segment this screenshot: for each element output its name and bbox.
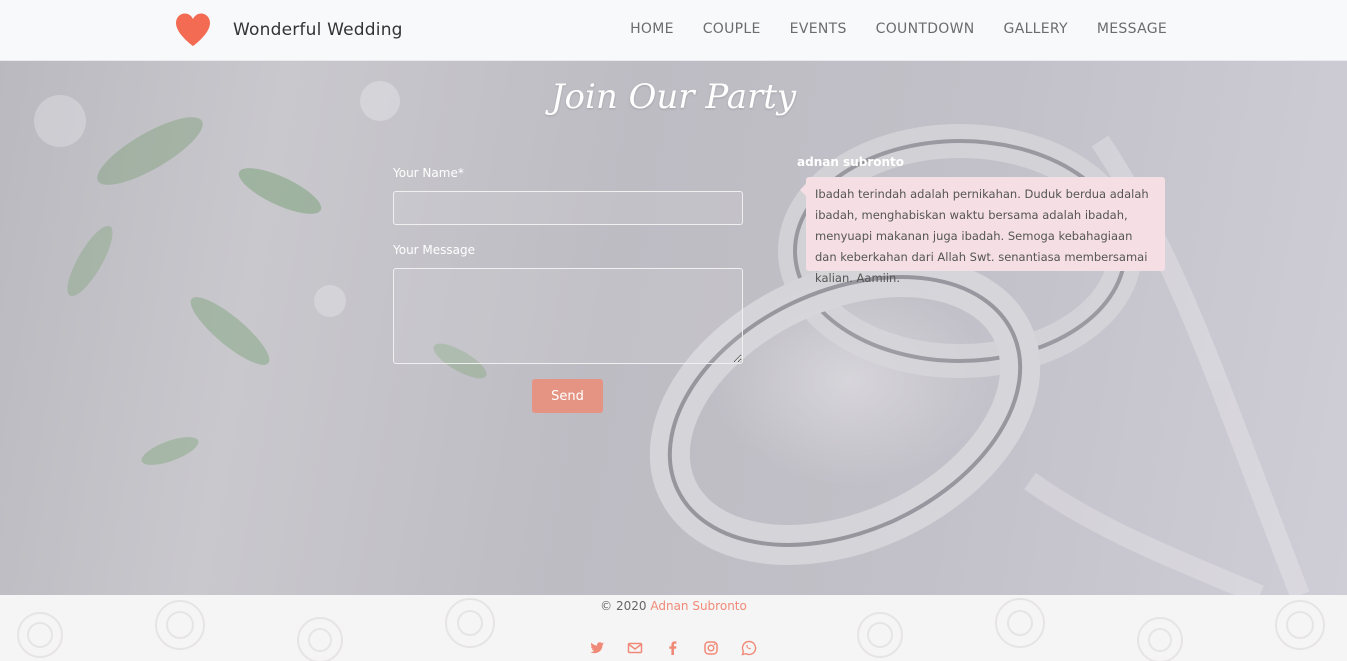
footer: © 2020 Adnan Subronto — [0, 595, 1347, 661]
comment-author: adnan subronto — [797, 155, 905, 169]
nav-gallery[interactable]: GALLERY — [1004, 21, 1068, 37]
instagram-icon[interactable] — [703, 640, 721, 656]
copyright-prefix: © 2020 — [600, 599, 647, 613]
copyright: © 2020 Adnan Subronto — [0, 599, 1347, 613]
name-label: Your Name* — [393, 166, 464, 180]
whatsapp-icon[interactable] — [741, 640, 759, 656]
send-button[interactable]: Send — [532, 379, 603, 413]
heart-icon — [176, 13, 210, 46]
nav-couple[interactable]: COUPLE — [703, 21, 761, 37]
navbar: Wonderful Wedding HOME COUPLE EVENTS COU… — [0, 0, 1347, 61]
message-textarea[interactable] — [393, 268, 743, 364]
envelope-icon[interactable] — [627, 640, 645, 656]
comment-bubble: Ibadah terindah adalah pernikahan. Duduk… — [800, 177, 1165, 285]
brand-name: Wonderful Wedding — [233, 20, 403, 40]
nav-events[interactable]: EVENTS — [790, 21, 847, 37]
section-title: Join Our Party — [550, 77, 797, 117]
brand[interactable]: Wonderful Wedding — [174, 12, 403, 48]
nav-countdown[interactable]: COUNTDOWN — [876, 21, 975, 37]
message-label: Your Message — [393, 243, 476, 257]
main-nav: HOME COUPLE EVENTS COUNTDOWN GALLERY MES… — [601, 21, 1167, 37]
social-links — [589, 640, 779, 656]
facebook-icon[interactable] — [665, 640, 683, 656]
message-section: Join Our Party Your Name* Your Message S… — [0, 61, 1347, 595]
name-input[interactable] — [393, 191, 743, 225]
nav-message[interactable]: MESSAGE — [1097, 21, 1167, 37]
twitter-icon[interactable] — [589, 640, 607, 656]
nav-home[interactable]: HOME — [630, 21, 674, 37]
copyright-author-link[interactable]: Adnan Subronto — [650, 599, 747, 613]
